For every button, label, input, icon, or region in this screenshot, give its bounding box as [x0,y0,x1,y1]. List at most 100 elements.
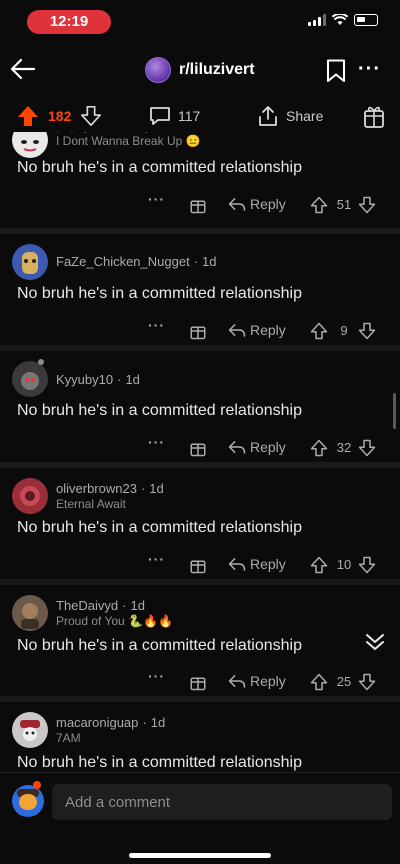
comment-more-button[interactable]: ··· [148,551,165,567]
subreddit-name: r/liluzivert [179,61,255,78]
comment-card: papajohns40days·1d I Dont Wanna Break Up… [0,132,400,235]
comment-body: No bruh he's in a committed relationship [17,519,302,536]
comment-age: 1d [130,598,145,613]
downvote-icon[interactable] [358,555,376,575]
comment-actions: ··· Reply 51 [0,191,400,216]
upvote-icon[interactable] [310,438,328,458]
avatar-face-icon [21,603,39,629]
award-icon[interactable] [362,103,386,129]
reply-icon[interactable] [228,556,246,572]
reply-button[interactable]: Reply [250,673,286,689]
user-flair: Eternal Await [56,497,126,511]
status-bar: 12:19 [0,0,400,44]
upvote-icon[interactable] [310,672,328,692]
reply-icon[interactable] [228,322,246,338]
upvote-icon[interactable] [16,104,40,128]
award-icon[interactable] [189,556,207,574]
comment-card: TheDaivyd · 1d Proud of You 🐍🔥🔥 No bruh he… [0,579,400,696]
award-icon[interactable] [189,673,207,691]
battery-icon [354,14,378,26]
comment-score: 25 [336,674,352,689]
avatar-face [19,794,37,810]
bookmark-icon[interactable] [326,59,346,83]
comment-score: 32 [336,440,352,455]
comment-username[interactable]: Kyyuby10 [56,372,113,387]
upvote-icon[interactable] [310,195,328,215]
upvote-icon[interactable] [310,555,328,575]
award-icon[interactable] [189,196,207,214]
comment-body: No bruh he's in a committed relationship [17,637,302,654]
comment-username[interactable]: oliverbrown23 [56,481,137,496]
subreddit-link[interactable]: r/liluzivert [145,57,255,83]
home-indicator [129,853,271,858]
comment-username[interactable]: FaZe_Chicken_Nugget [56,254,190,269]
back-arrow-icon[interactable] [8,54,38,84]
share-label[interactable]: Share [286,108,323,124]
comment-more-button[interactable]: ··· [148,191,165,207]
reply-button[interactable]: Reply [250,196,286,212]
upvote-count: 182 [48,108,72,124]
wifi-icon [332,14,348,25]
upvote-icon[interactable] [310,321,328,341]
share-icon[interactable] [256,104,280,128]
post-action-bar: 182 117 Share [0,100,400,132]
user-avatar[interactable] [12,132,48,158]
comment-age: 1d [125,372,140,387]
reply-icon[interactable] [228,196,246,212]
comment-score: 9 [340,323,348,338]
user-avatar[interactable] [12,361,48,397]
downvote-icon[interactable] [358,672,376,692]
downvote-icon[interactable] [358,195,376,215]
comment-username[interactable]: TheDaivyd [56,598,118,613]
user-avatar[interactable] [12,244,48,280]
reply-button[interactable]: Reply [250,439,286,455]
downvote-icon[interactable] [358,438,376,458]
downvote-icon[interactable] [358,321,376,341]
comment-username-row[interactable]: macaroniguap · 1d [56,715,165,730]
user-avatar[interactable] [12,595,48,631]
comment-username[interactable]: papajohns40days [56,132,158,133]
comment-composer-bar [0,772,400,864]
comment-score: 51 [336,197,352,212]
avatar-face-icon [21,140,39,152]
user-avatar[interactable] [12,478,48,514]
comment-divider [0,579,400,585]
comment-actions: ··· Reply 32 [0,434,400,459]
collapse-thread-icon[interactable] [364,631,386,653]
comment-count: 117 [178,108,201,124]
comment-username-row[interactable]: papajohns40days·1d [56,132,185,133]
user-flair: I Dont Wanna Break Up 😑 [56,134,201,148]
comment-card: FaZe_Chicken_Nugget · 1d No bruh he's in a… [0,228,400,345]
user-avatar[interactable] [12,712,48,748]
comment-more-button[interactable]: ··· [148,317,165,333]
my-avatar[interactable] [12,785,44,817]
user-flair: Proud of You 🐍🔥🔥 [56,614,173,628]
downvote-icon[interactable] [80,104,102,128]
add-comment-input[interactable] [52,784,392,820]
more-options-button[interactable]: ··· [358,58,381,81]
reply-icon[interactable] [228,673,246,689]
comment-age: 1d [150,715,166,730]
status-time: 12:19 [27,10,111,34]
comment-username-row[interactable]: TheDaivyd · 1d [56,598,145,613]
subreddit-avatar [145,57,171,83]
comment-username-row[interactable]: FaZe_Chicken_Nugget · 1d [56,254,217,269]
comment-more-button[interactable]: ··· [148,434,165,450]
award-icon[interactable] [189,322,207,340]
comment-username-row[interactable]: Kyyuby10 · 1d [56,372,140,387]
comment-feed[interactable]: papajohns40days·1d I Dont Wanna Break Up… [0,132,400,772]
reply-button[interactable]: Reply [250,322,286,338]
reply-icon[interactable] [228,439,246,455]
comment-score: 10 [336,557,352,572]
comment-username[interactable]: macaroniguap [56,715,138,730]
reply-button[interactable]: Reply [250,556,286,572]
comment-divider [0,462,400,468]
signal-icon [308,14,326,26]
award-icon[interactable] [189,439,207,457]
scrollbar[interactable] [393,393,396,429]
comment-icon[interactable] [148,104,172,128]
comment-more-button[interactable]: ··· [148,668,165,684]
avatar-face-icon [20,720,40,741]
comment-age: 1d [202,254,217,269]
comment-username-row[interactable]: oliverbrown23 · 1d [56,481,164,496]
